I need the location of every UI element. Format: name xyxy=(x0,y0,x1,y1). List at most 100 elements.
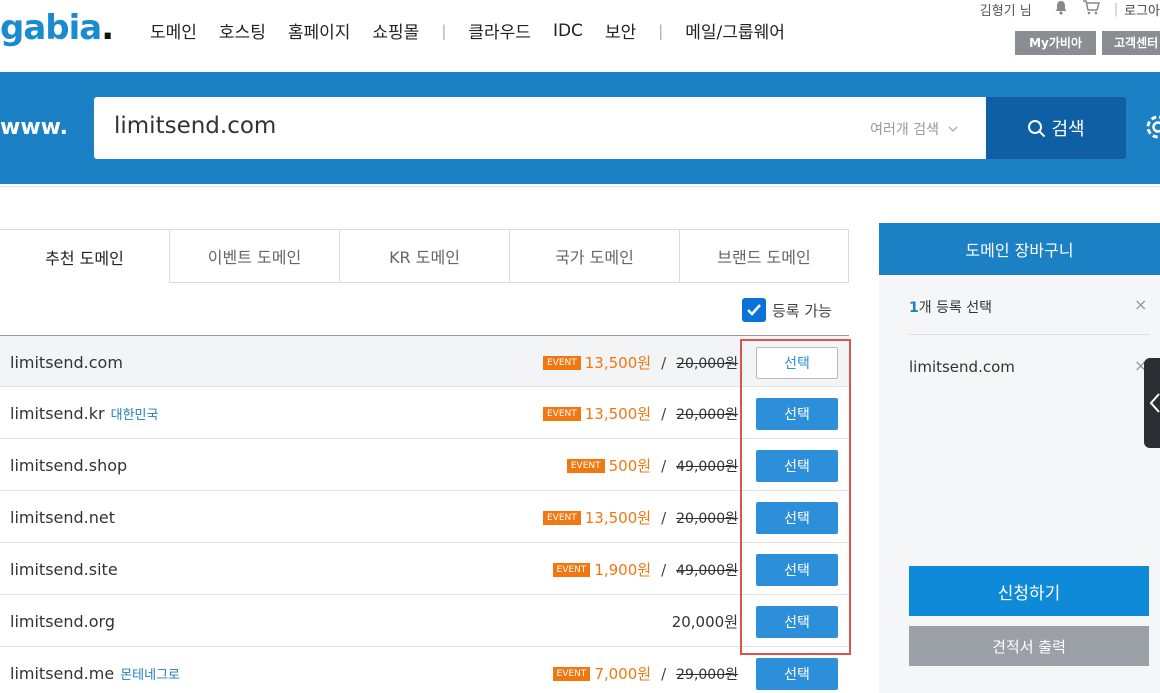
select-button[interactable]: 선택 xyxy=(756,398,838,430)
gear-icon[interactable] xyxy=(1143,112,1160,146)
nav-security[interactable]: 보안 xyxy=(605,18,636,43)
nav-idc[interactable]: IDC xyxy=(553,21,583,41)
www-prefix: www. xyxy=(0,115,68,140)
domain-name: limitsend.org xyxy=(10,612,115,631)
search-icon xyxy=(1028,119,1046,137)
page: gabia. 도메인 호스팅 홈페이지 쇼핑몰 | 클라우드 IDC 보안 | … xyxy=(0,0,1160,693)
table-row: limitsend.shop EVENT 500원 / 49,000원 선택 xyxy=(0,439,849,491)
select-button[interactable]: 선택 xyxy=(756,658,838,690)
domain-name: limitsend.net xyxy=(10,508,116,527)
login-link[interactable]: 로그아 xyxy=(1124,0,1160,19)
nav-shoppingmall[interactable]: 쇼핑몰 xyxy=(372,18,419,43)
event-badge: EVENT xyxy=(552,562,591,577)
table-row: limitsend.me 몬테네그로 EVENT 7,000원 / 29,000원… xyxy=(0,647,849,693)
price: EVENT 7,000원 / 29,000원 xyxy=(552,663,738,684)
util-separator: | xyxy=(1113,1,1119,17)
chevron-left-icon xyxy=(1149,393,1160,413)
print-quote-button[interactable]: 견적서 출력 xyxy=(909,626,1149,666)
original-price: 29,000원 xyxy=(676,666,738,683)
tab-event[interactable]: 이벤트 도메인 xyxy=(170,229,340,283)
domain-search-box[interactable]: limitsend.com 여러개 검색 xyxy=(94,97,986,159)
apply-button[interactable]: 신청하기 xyxy=(909,566,1149,616)
original-price: 20,000원 xyxy=(676,355,738,372)
utility-bar: 김형기 님 | 로그아 xyxy=(980,0,1160,19)
regular-price: 20,000원 xyxy=(671,613,738,631)
price: EVENT 500원 / 49,000원 xyxy=(566,455,738,476)
multi-search-label: 여러개 검색 xyxy=(870,122,939,138)
select-button[interactable]: 선택 xyxy=(756,554,838,586)
event-badge: EVENT xyxy=(552,666,591,681)
domain-name: limitsend.kr 대한민국 xyxy=(10,404,159,423)
select-button[interactable]: 선택 xyxy=(756,606,838,638)
domain-tabs: 추천 도메인 이벤트 도메인 KR 도메인 국가 도메인 브랜드 도메인 xyxy=(0,229,849,283)
gabia-logo[interactable]: gabia. xyxy=(0,8,114,48)
global-header: gabia. 도메인 호스팅 홈페이지 쇼핑몰 | 클라우드 IDC 보안 | … xyxy=(0,0,1160,72)
tab-country[interactable]: 국가 도메인 xyxy=(510,229,680,283)
price-separator: / xyxy=(661,560,667,579)
price: EVENT 13,500원 / 20,000원 xyxy=(543,403,738,424)
price-separator: / xyxy=(661,404,667,423)
nav-domain[interactable]: 도메인 xyxy=(150,18,197,43)
table-row: limitsend.net EVENT 13,500원 / 20,000원 선택 xyxy=(0,491,849,543)
cart-count: 1개 등록 선택 xyxy=(909,300,993,316)
tab-kr[interactable]: KR 도메인 xyxy=(340,229,510,283)
my-gabia-button[interactable]: My가비아 xyxy=(1015,31,1096,55)
tab-brand[interactable]: 브랜드 도메인 xyxy=(680,229,849,283)
nav-separator: | xyxy=(441,21,447,40)
cart-item: limitsend.com xyxy=(909,358,1015,376)
sale-price: 13,500원 xyxy=(584,509,652,527)
divider xyxy=(0,186,1160,187)
check-icon xyxy=(747,304,761,316)
search-band: www. limitsend.com 여러개 검색 검색 xyxy=(0,72,1160,184)
price-separator: / xyxy=(661,353,667,372)
nav-mail-groupware[interactable]: 메일/그룹웨어 xyxy=(685,18,785,43)
available-checkbox[interactable] xyxy=(742,298,766,322)
customer-center-button[interactable]: 고객센터 xyxy=(1102,31,1160,55)
sale-price: 7,000원 xyxy=(594,665,652,683)
original-price: 49,000원 xyxy=(676,562,738,579)
multi-search-dropdown[interactable]: 여러개 검색 xyxy=(870,119,958,139)
available-filter[interactable]: 등록 가능 xyxy=(742,298,832,322)
event-badge: EVENT xyxy=(543,406,581,421)
user-name[interactable]: 김형기 님 xyxy=(980,0,1032,19)
price-separator: / xyxy=(661,456,667,475)
domain-search-input[interactable]: limitsend.com xyxy=(114,113,276,139)
sale-price: 13,500원 xyxy=(584,405,652,423)
select-button[interactable]: 선택 xyxy=(756,450,838,482)
table-row: limitsend.site EVENT 1,900원 / 49,000원 선택 xyxy=(0,543,849,595)
nav-homepage[interactable]: 홈페이지 xyxy=(288,18,351,43)
price: EVENT 13,500원 / 20,000원 xyxy=(543,352,738,373)
domain-name: limitsend.me 몬테네그로 xyxy=(10,664,180,683)
price: EVENT 1,900원 / 49,000원 xyxy=(552,559,738,580)
price-separator: / xyxy=(661,664,667,683)
table-row: limitsend.org 20,000원 선택 xyxy=(0,595,849,647)
nav-cloud[interactable]: 클라우드 xyxy=(468,18,531,43)
top-buttons: My가비아 고객센터 xyxy=(1009,31,1160,55)
price: 20,000원 xyxy=(672,611,738,632)
sale-price: 1,900원 xyxy=(594,561,652,579)
panel-toggle[interactable] xyxy=(1144,358,1160,448)
sale-price: 13,500원 xyxy=(584,354,652,372)
original-price: 20,000원 xyxy=(676,510,738,527)
select-button[interactable]: 선택 xyxy=(756,347,838,379)
close-icon[interactable]: × xyxy=(1134,295,1147,314)
price: EVENT 13,500원 / 20,000원 xyxy=(543,507,738,528)
search-button[interactable]: 검색 xyxy=(986,97,1126,159)
table-row: limitsend.kr 대한민국 EVENT 13,500원 / 20,000원… xyxy=(0,387,849,439)
nav-hosting[interactable]: 호스팅 xyxy=(219,18,266,43)
search-button-label: 검색 xyxy=(1051,119,1085,140)
cart-icon[interactable] xyxy=(1082,0,1100,19)
bell-icon[interactable] xyxy=(1054,0,1068,19)
original-price: 20,000원 xyxy=(676,406,738,423)
domain-name: limitsend.site xyxy=(10,560,118,579)
domain-cart-panel: 도메인 장바구니 1개 등록 선택 × limitsend.com × 신청하기… xyxy=(879,223,1160,693)
tab-recommended[interactable]: 추천 도메인 xyxy=(0,229,170,283)
original-price: 49,000원 xyxy=(676,458,738,475)
chevron-down-icon xyxy=(948,124,958,135)
available-label: 등록 가능 xyxy=(772,301,832,320)
select-button[interactable]: 선택 xyxy=(756,502,838,534)
event-badge: EVENT xyxy=(543,355,581,370)
domain-name: limitsend.shop xyxy=(10,456,128,475)
country-label: 몬테네그로 xyxy=(120,668,180,683)
sale-price: 500원 xyxy=(608,457,652,475)
